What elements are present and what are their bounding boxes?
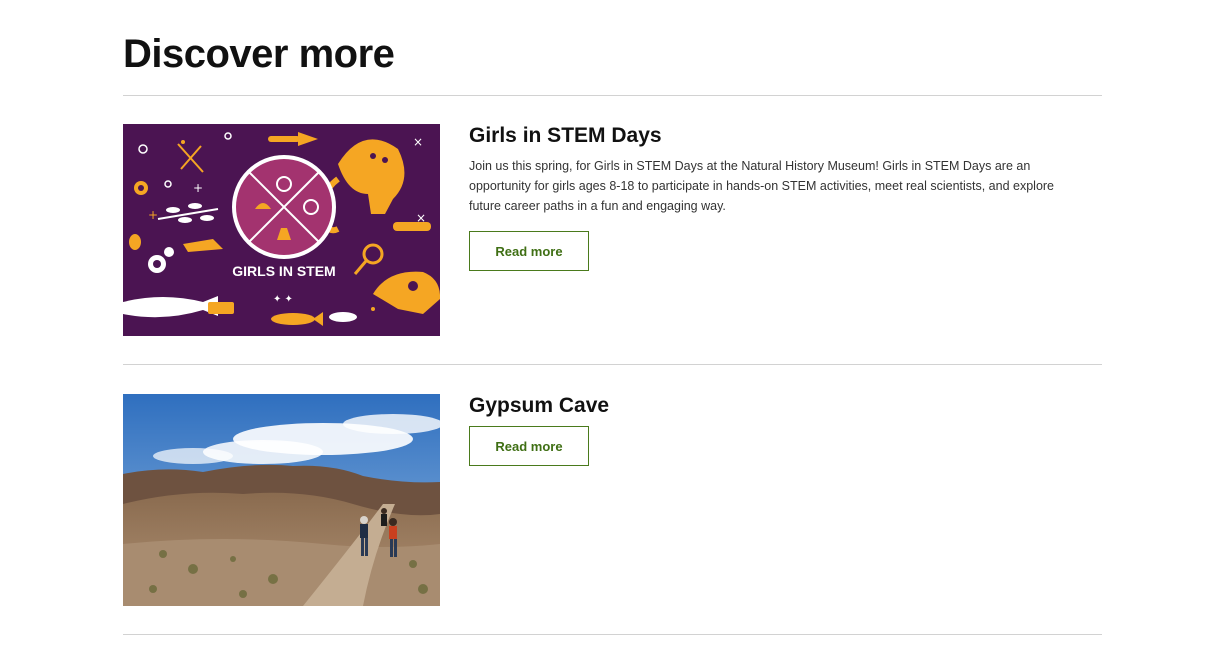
card-title[interactable]: Gypsum Cave <box>469 393 609 419</box>
svg-text:✦ ✦: ✦ ✦ <box>273 294 293 305</box>
divider <box>123 95 1102 96</box>
section-heading: Discover more <box>123 32 395 76</box>
svg-text:+: + <box>193 181 203 195</box>
card-image-gypsum-cave[interactable] <box>123 394 440 606</box>
card-description: Join us this spring, for Girls in STEM D… <box>469 159 1055 213</box>
divider <box>123 364 1102 365</box>
read-more-button[interactable]: Read more <box>469 426 589 466</box>
desert-hike-photo <box>123 394 440 606</box>
card-image-girls-in-stem[interactable]: × + + + × ✦ ✦ <box>123 124 440 336</box>
image-label: GIRLS IN STEM <box>232 263 335 279</box>
card-title[interactable]: Girls in STEM Days <box>469 123 662 149</box>
read-more-button[interactable]: Read more <box>469 231 589 271</box>
girls-in-stem-illustration: × + + + × ✦ ✦ <box>123 124 440 336</box>
svg-text:+: + <box>148 208 158 222</box>
svg-text:×: × <box>413 135 423 149</box>
divider <box>123 634 1102 635</box>
